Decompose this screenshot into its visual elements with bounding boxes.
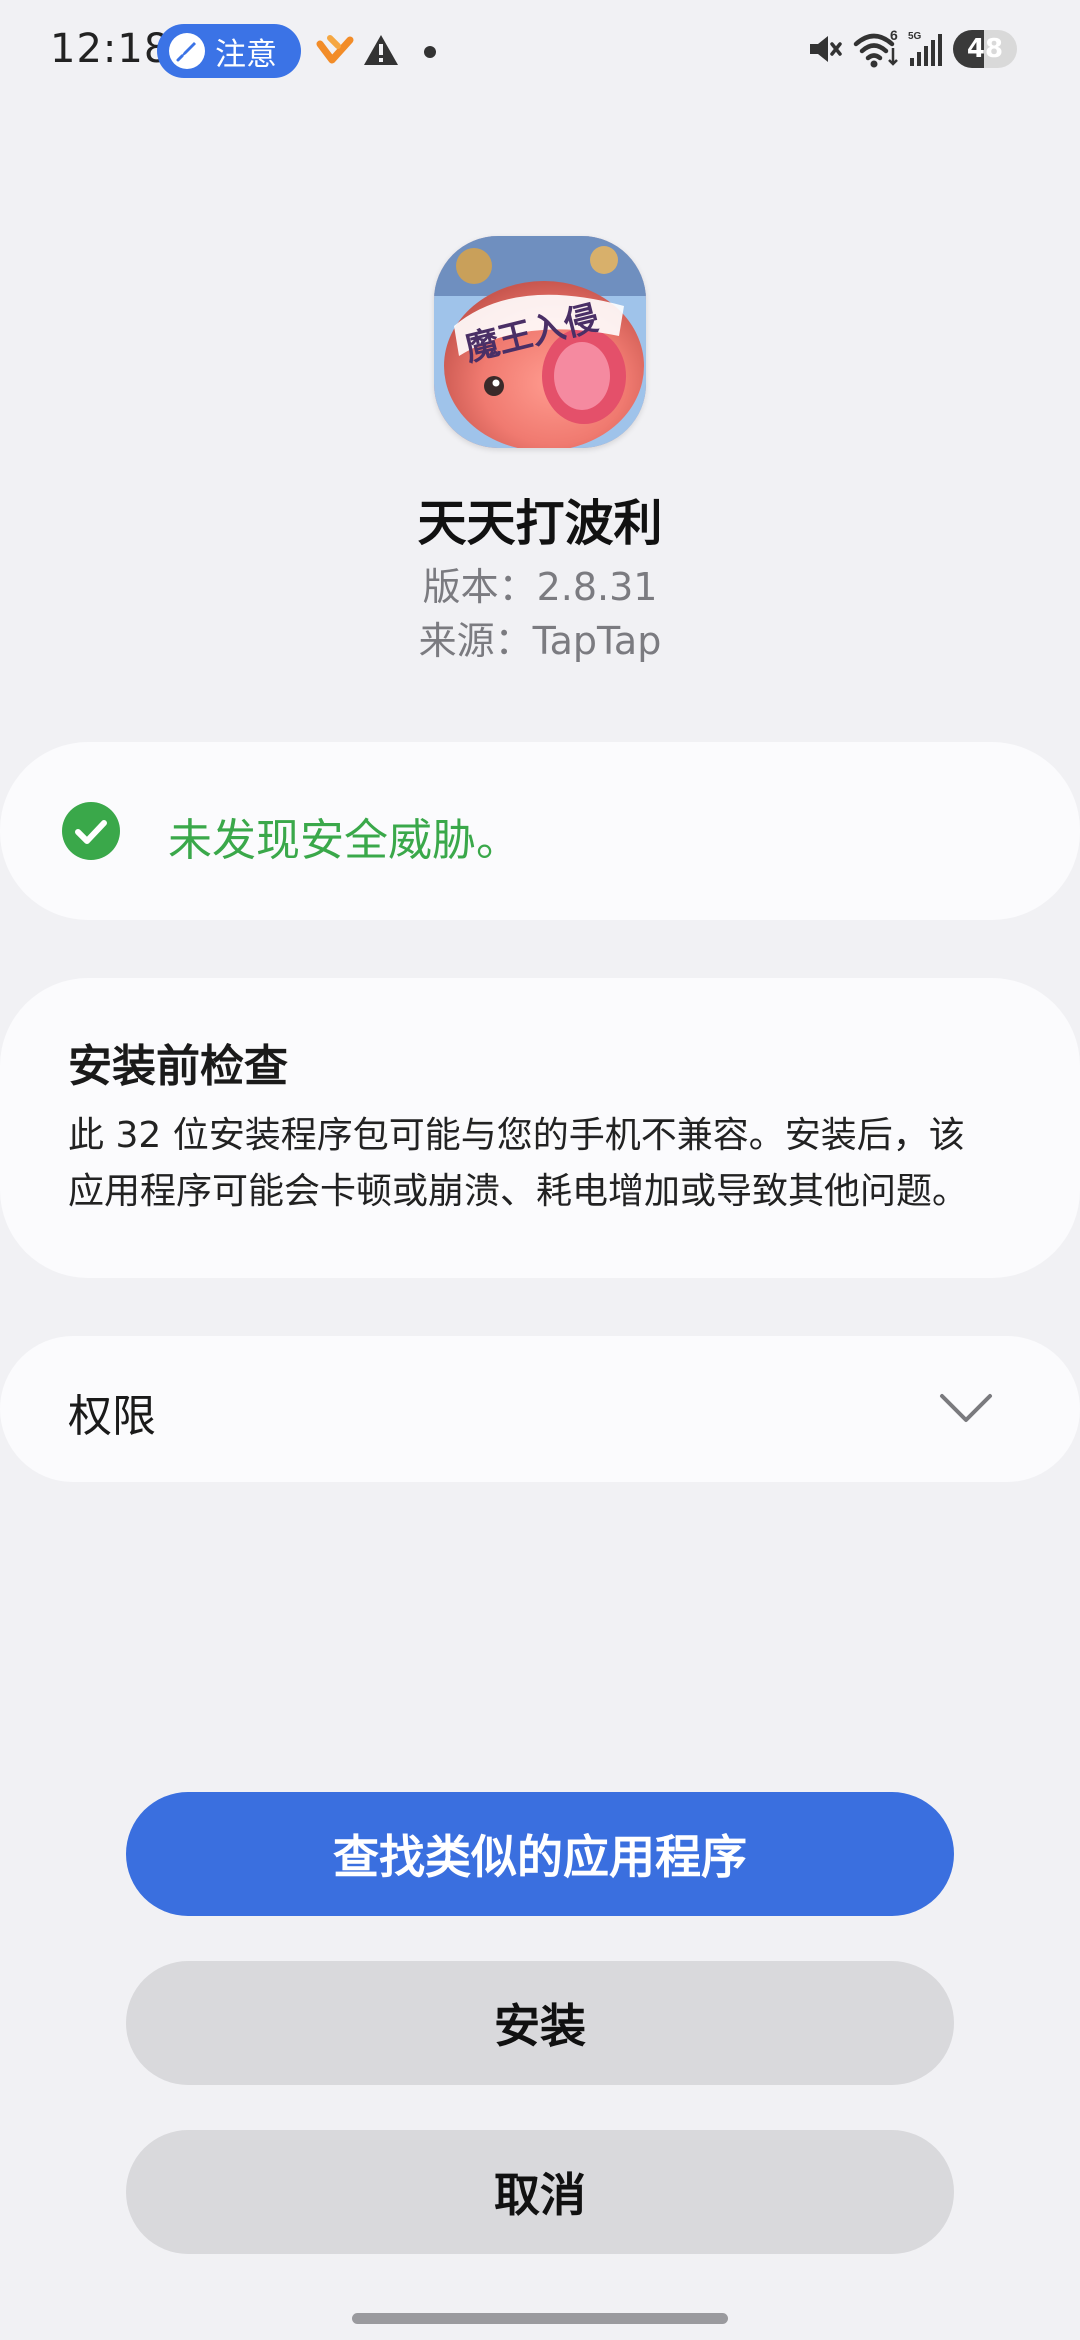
app-source: 来源：TapTap <box>418 619 662 663</box>
app-version: 版本：2.8.31 <box>422 565 658 609</box>
status-bar: 12:18 注意 6 5G 48 <box>0 0 1080 104</box>
install-button[interactable]: 安装 <box>126 1961 954 2085</box>
notice-pill[interactable]: 注意 <box>157 24 301 78</box>
pre-install-check-body: 此 32 位安装程序包可能与您的手机不兼容。安装后，该 应用程序可能会卡顿或崩溃… <box>68 1108 1008 1220</box>
notice-label: 注意 <box>215 36 277 73</box>
battery-icon: 48 <box>953 30 1017 68</box>
pre-install-check-card: 安装前检查 此 32 位安装程序包可能与您的手机不兼容。安装后，该 应用程序可能… <box>0 978 1080 1278</box>
wifi-badge: 6 <box>890 30 898 43</box>
warning-icon <box>362 32 400 72</box>
check-circle-icon <box>62 802 120 860</box>
security-status-card: 未发现安全威胁。 <box>0 742 1080 920</box>
find-similar-apps-button[interactable]: 查找类似的应用程序 <box>126 1792 954 1916</box>
battery-level: 48 <box>966 34 1004 64</box>
cellular-signal-icon: 5G <box>906 30 946 74</box>
pre-install-check-line-1: 此 32 位安装程序包可能与您的手机不兼容。安装后，该 <box>68 1115 965 1156</box>
cellular-badge: 5G <box>908 31 922 42</box>
security-message: 未发现安全威胁。 <box>168 815 520 866</box>
permissions-label: 权限 <box>68 1391 156 1442</box>
app-icon: 魔王入侵 <box>434 236 646 448</box>
permissions-row[interactable]: 权限 <box>0 1336 1080 1482</box>
app-name: 天天打波利 <box>417 495 663 552</box>
home-indicator[interactable] <box>352 2313 728 2324</box>
install-screen: 12:18 注意 6 5G 48 魔王入侵 天天打波利 版本：2.8.31 来源… <box>0 0 1080 2340</box>
status-time: 12:18 <box>50 26 171 72</box>
chevron-down-icon <box>940 1394 992 1422</box>
rocket-icon <box>169 33 205 69</box>
dot-icon <box>424 46 436 58</box>
pre-install-check-line-2: 应用程序可能会卡顿或崩溃、耗电增加或导致其他问题。 <box>68 1171 969 1212</box>
wifi-icon: 6 <box>852 27 900 74</box>
pre-install-check-title: 安装前检查 <box>68 1041 288 1092</box>
cancel-button[interactable]: 取消 <box>126 2130 954 2254</box>
heart-app-icon <box>316 32 354 72</box>
mute-icon <box>806 30 844 72</box>
